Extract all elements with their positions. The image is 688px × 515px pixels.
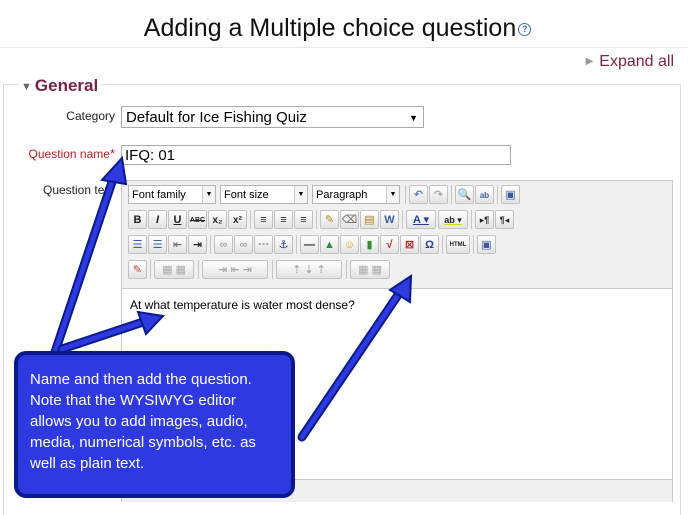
arrow-to-question-name bbox=[50, 155, 128, 357]
annotation-callout: Name and then add the question. Note tha… bbox=[14, 351, 295, 498]
arrow-to-question-text bbox=[57, 310, 166, 354]
arrow-to-toolbar bbox=[297, 274, 413, 442]
callout-text: Name and then add the question. Note tha… bbox=[30, 371, 256, 472]
